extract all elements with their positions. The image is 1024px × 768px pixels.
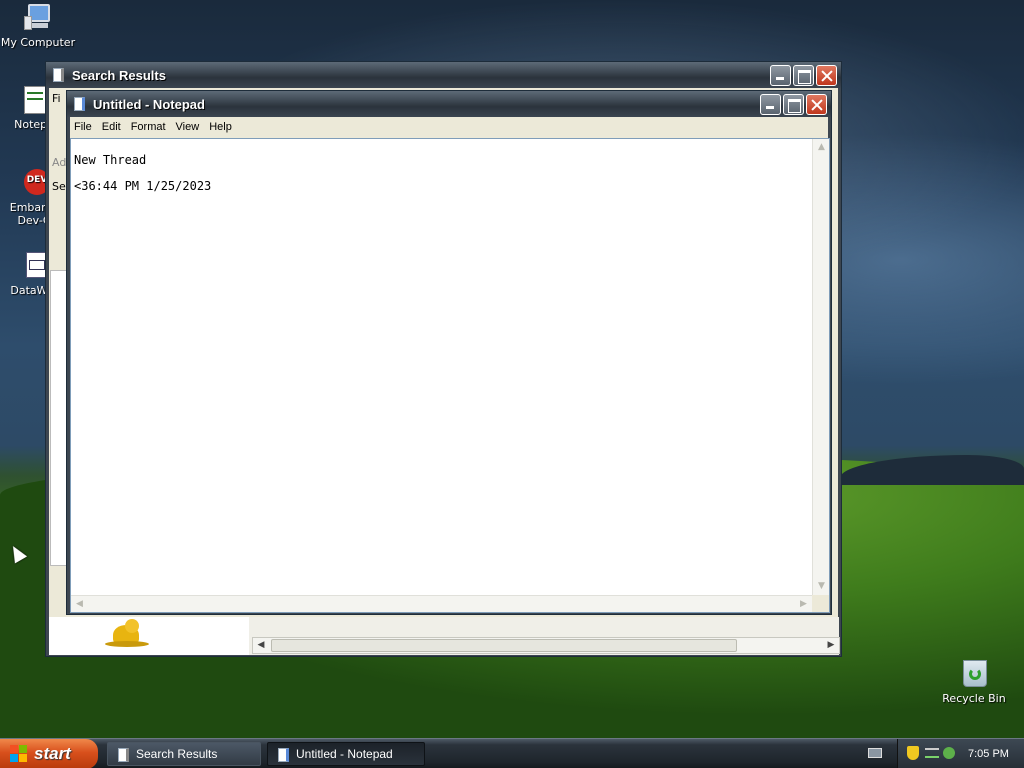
scroll-right-arrow-icon[interactable]: ▶	[795, 596, 812, 613]
notepad-icon	[277, 747, 291, 763]
menu-edit[interactable]: Edit	[97, 121, 126, 133]
scroll-down-arrow-icon[interactable]: ▼	[813, 578, 830, 595]
security-shield-icon[interactable]	[907, 746, 919, 760]
system-tray: 7:05 PM	[897, 739, 1024, 768]
window-title: Search Results	[72, 67, 166, 83]
desktop-icon-label: Recycle Bin	[942, 692, 1006, 705]
recycle-bin-icon	[958, 658, 990, 690]
search-window-icon	[52, 67, 66, 83]
size-grip[interactable]	[812, 595, 829, 612]
taskbar-button-notepad[interactable]: Untitled - Notepad	[267, 742, 425, 766]
menu-format[interactable]: Format	[126, 121, 171, 133]
close-button[interactable]	[806, 93, 827, 115]
start-button[interactable]: start	[0, 739, 98, 768]
scroll-right-arrow-icon[interactable]: ▶	[823, 638, 839, 653]
minimize-button[interactable]	[770, 64, 791, 86]
taskbar-button-label: Untitled - Notepad	[296, 747, 393, 761]
maximize-button[interactable]	[783, 93, 804, 115]
search-horizontal-scrollbar[interactable]: ◀ ▶	[252, 637, 840, 654]
desktop-wallpaper-mountain	[840, 455, 1024, 485]
taskbar: start Search Results Untitled - Notepad …	[0, 738, 1024, 768]
text-line-1: New Thread	[74, 153, 147, 167]
scroll-thumb[interactable]	[271, 639, 737, 652]
menu-view[interactable]: View	[171, 121, 205, 133]
notepad-vertical-scrollbar[interactable]: ▲ ▼	[812, 139, 829, 595]
update-icon[interactable]	[943, 747, 955, 759]
start-label: start	[34, 744, 71, 763]
menu-file[interactable]: File	[69, 121, 97, 133]
notepad-icon	[73, 96, 87, 112]
menu-help[interactable]: Help	[204, 121, 237, 133]
search-dog-icon	[105, 619, 149, 649]
text-line-2: <36:44 PM 1/25/2023	[74, 179, 212, 193]
search-results-icon	[117, 747, 131, 763]
notepad-titlebar[interactable]: Untitled - Notepad	[67, 91, 831, 117]
close-button[interactable]	[816, 64, 837, 86]
scroll-left-arrow-icon[interactable]: ◀	[71, 596, 88, 613]
search-pane-partial: Se	[52, 180, 66, 193]
network-icon[interactable]	[925, 748, 939, 758]
search-menu-partial[interactable]: Fi	[52, 92, 61, 105]
clock[interactable]: 7:05 PM	[968, 748, 1009, 760]
scroll-up-arrow-icon[interactable]: ▲	[813, 139, 830, 156]
search-results-titlebar[interactable]: Search Results	[46, 62, 841, 88]
maximize-button[interactable]	[793, 64, 814, 86]
notepad-window[interactable]: Untitled - Notepad File Edit Format View…	[66, 90, 832, 615]
window-title: Untitled - Notepad	[93, 96, 205, 112]
notepad-menubar: File Edit Format View Help	[67, 117, 831, 137]
keyboard-language-icon[interactable]	[868, 748, 882, 758]
taskbar-button-label: Search Results	[136, 747, 218, 761]
notepad-text-area[interactable]: New Thread <36:44 PM 1/25/2023 ▲ ▼ ◀ ▶	[70, 138, 830, 613]
search-address-partial: Ad	[52, 156, 67, 169]
notepad-horizontal-scrollbar[interactable]: ◀ ▶	[71, 595, 812, 612]
search-companion-pane	[49, 617, 249, 655]
desktop-icon-label: My Computer	[0, 36, 76, 49]
desktop-icon-my-computer[interactable]: My Computer	[0, 2, 76, 49]
taskbar-button-search-results[interactable]: Search Results	[107, 742, 261, 766]
computer-icon	[22, 2, 54, 34]
scroll-left-arrow-icon[interactable]: ◀	[253, 638, 269, 653]
datawave-icon	[16, 250, 48, 282]
desktop-icon-recycle-bin[interactable]: Recycle Bin	[936, 658, 1012, 705]
minimize-button[interactable]	[760, 93, 781, 115]
windows-flag-icon	[10, 745, 28, 763]
